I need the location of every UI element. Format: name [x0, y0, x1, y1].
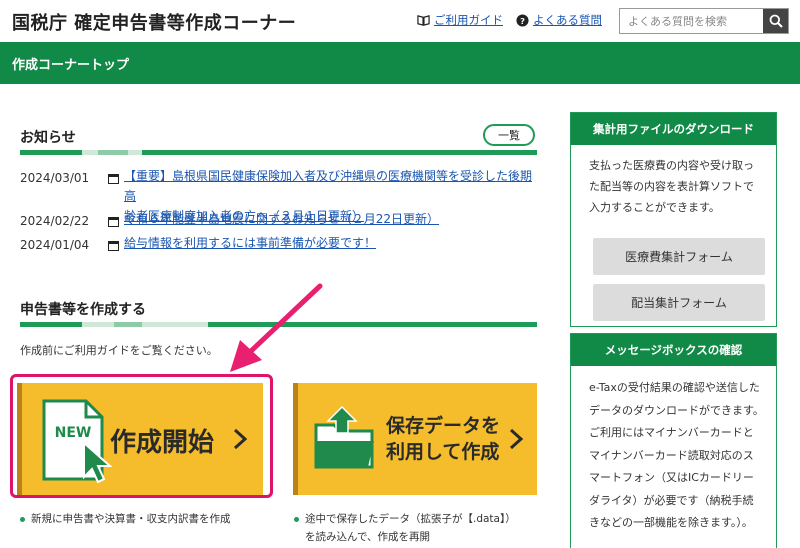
- resume-saved-label: 保存データを 利用して作成: [386, 413, 500, 465]
- new-badge: NEW: [55, 425, 92, 441]
- download-panel-text: 支払った医療費の内容や受け取った配当等の内容を表計算ソフトで入力することができま…: [589, 159, 754, 214]
- saved-note-line2: を読み込んで、作成を再開: [305, 531, 431, 543]
- messagebox-panel-text: e-Taxの受付結果の確認や送信したデータのダウンロードができます。ご利用にはマ…: [589, 381, 764, 529]
- site-header: 国税庁 確定申告書等作成コーナー ご利用ガイド ? よくある質問: [0, 0, 800, 42]
- window-icon: [108, 241, 119, 251]
- news-link-line1: 【重要】島根県国民健康保険加入者及び沖縄県の医療機関等を受診した後期高: [124, 169, 533, 203]
- new-note-text: 新規に申告書や決算書・収支内訳書を作成: [31, 513, 231, 525]
- search-icon: [769, 14, 783, 28]
- faq-link[interactable]: ? よくある質問: [516, 12, 602, 28]
- news-date: 2024/01/04: [20, 238, 90, 252]
- messagebox-panel-title: メッセージボックスの確認: [571, 334, 776, 366]
- news-list-button[interactable]: 一覧: [483, 124, 535, 146]
- resume-saved-line2: 利用して作成: [386, 441, 500, 463]
- page-title: 作成コーナートップ: [12, 58, 130, 73]
- dividend-form-button[interactable]: 配当集計フォーム: [593, 284, 765, 321]
- news-link-salary[interactable]: 給与情報を利用するには事前準備が必要です！: [124, 233, 376, 253]
- resume-saved-line1: 保存データを: [386, 415, 501, 437]
- window-icon: [108, 217, 119, 227]
- create-heading: 申告書等を作成する: [20, 302, 146, 318]
- svg-text:?: ?: [520, 15, 525, 25]
- faq-search: [619, 8, 789, 34]
- medical-expense-form-button[interactable]: 医療費集計フォーム: [593, 238, 765, 275]
- download-panel-title: 集計用ファイルのダウンロード: [571, 113, 776, 145]
- resume-saved-button[interactable]: 保存データを 利用して作成: [293, 383, 537, 495]
- news-heading: お知らせ: [20, 130, 76, 146]
- bullet-dot: [20, 516, 25, 522]
- window-icon: [108, 174, 119, 184]
- messagebox-panel: メッセージボックスの確認 e-Taxの受付結果の確認や送信したデータのダウンロー…: [570, 333, 777, 548]
- saved-note-line1: 途中で保存したデータ（拡張子が【.data】）: [305, 513, 516, 525]
- chevron-right-icon: [509, 428, 524, 450]
- news-divider: [20, 150, 537, 155]
- download-panel: 集計用ファイルのダウンロード 支払った医療費の内容や受け取った配当等の内容を表計…: [570, 112, 777, 327]
- chevron-right-icon: [233, 428, 248, 450]
- guide-link-label: ご利用ガイド: [434, 13, 503, 27]
- search-input[interactable]: [620, 9, 764, 33]
- question-circle-icon: ?: [516, 13, 529, 27]
- page-title-bar: 作成コーナートップ: [0, 42, 800, 84]
- news-link-noto[interactable]: 令和６年能登半島地震に関するお知らせ（２月22日更新）: [124, 209, 439, 229]
- site-title[interactable]: 国税庁 確定申告書等作成コーナー: [12, 9, 296, 35]
- faq-link-label: よくある質問: [533, 13, 602, 27]
- guide-link[interactable]: ご利用ガイド: [417, 12, 503, 28]
- start-new-button[interactable]: NEW 作成開始: [17, 383, 263, 495]
- news-date: 2024/03/01: [20, 171, 90, 185]
- saved-note: 途中で保存したデータ（拡張子が【.data】） を読み込んで、作成を再開: [294, 510, 554, 546]
- new-document-icon: NEW: [42, 399, 113, 484]
- new-note: 新規に申告書や決算書・収支内訳書を作成: [20, 510, 231, 528]
- book-icon: [417, 14, 430, 26]
- guide-notice: 作成前にご利用ガイドをご覧ください。: [20, 344, 218, 357]
- search-button[interactable]: [763, 9, 788, 33]
- news-date: 2024/02/22: [20, 214, 90, 228]
- bullet-dot: [294, 516, 299, 522]
- folder-upload-icon: [314, 405, 374, 469]
- start-new-label: 作成開始: [110, 428, 215, 458]
- annotation-arrow: [230, 283, 323, 372]
